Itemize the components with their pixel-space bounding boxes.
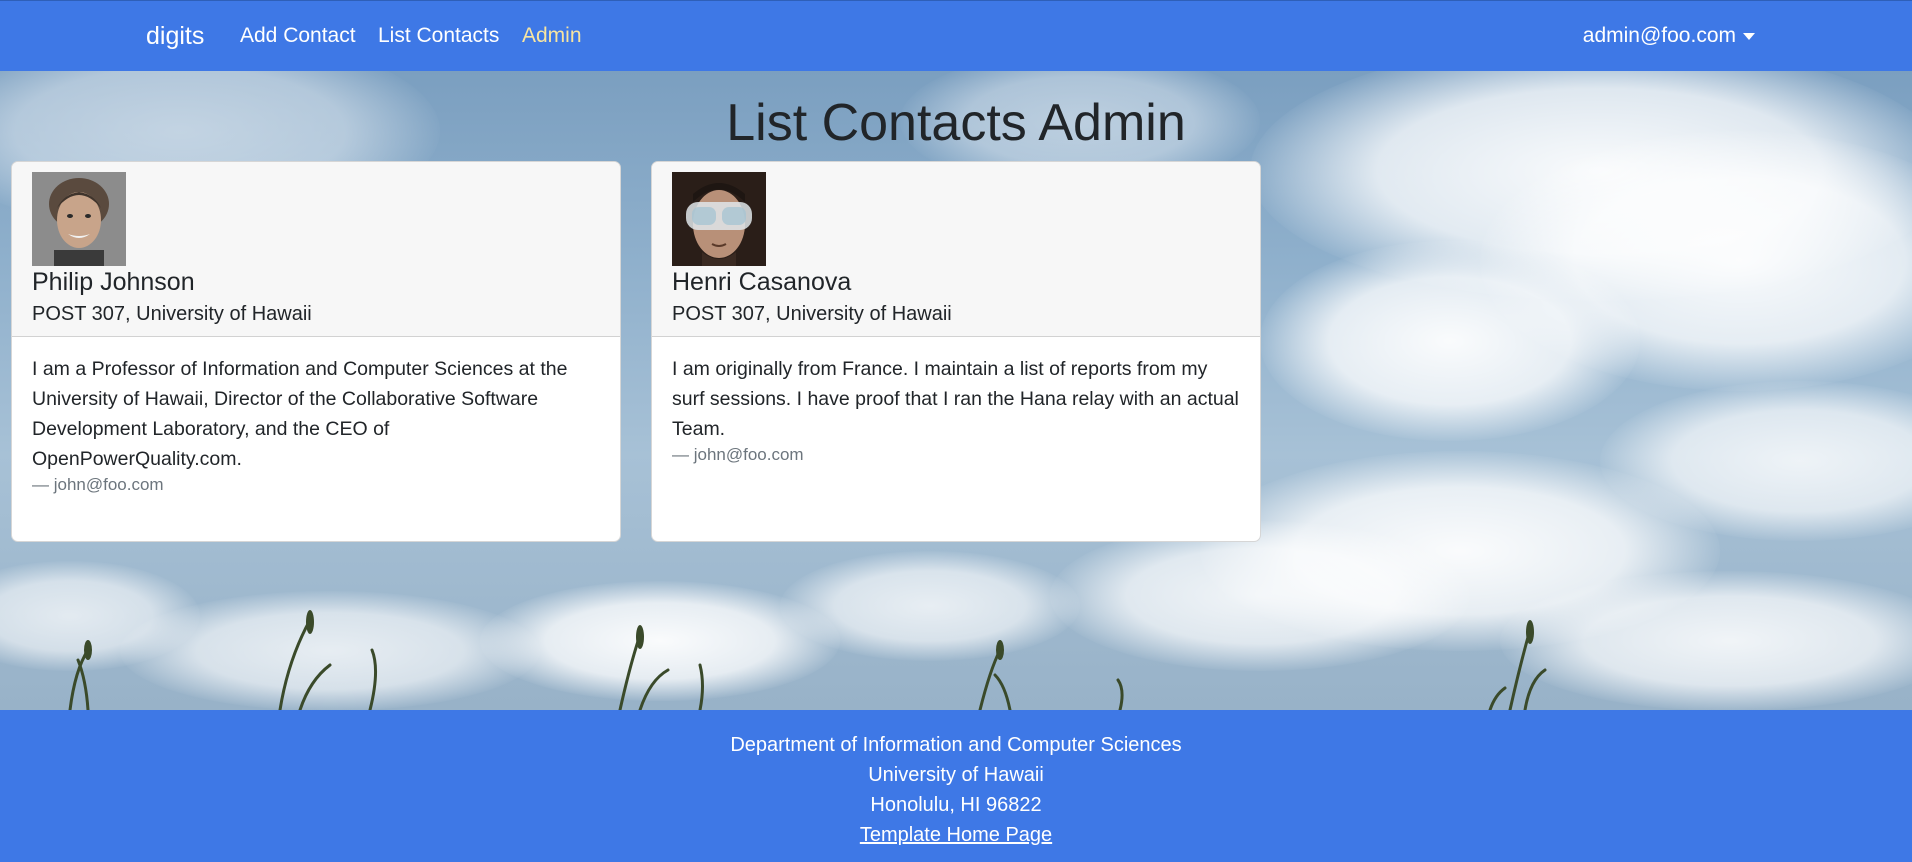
- caret-down-icon: [1743, 32, 1755, 40]
- user-email: admin@foo.com: [1582, 24, 1736, 47]
- contact-email: — john@foo.com: [32, 475, 164, 494]
- contact-email: — john@foo.com: [672, 445, 804, 464]
- card-body: I am originally from France. I maintain …: [672, 354, 1242, 468]
- user-dropdown[interactable]: admin@foo.com: [1583, 23, 1755, 49]
- nav-add-contact[interactable]: Add Contact: [240, 23, 356, 49]
- footer: Department of Information and Computer S…: [0, 710, 1912, 862]
- nav-admin[interactable]: Admin: [522, 23, 582, 49]
- contact-name: Henri Casanova: [672, 268, 852, 296]
- avatar: [32, 172, 126, 266]
- contact-address: POST 307, University of Hawaii: [672, 303, 952, 325]
- contact-description: I am a Professor of Information and Comp…: [32, 358, 568, 470]
- avatar: [672, 172, 766, 266]
- footer-university: University of Hawaii: [868, 764, 1044, 786]
- page-title: List Contacts Admin: [726, 94, 1186, 152]
- brand-link[interactable]: digits: [146, 20, 204, 52]
- nav-list-contacts[interactable]: List Contacts: [378, 23, 499, 49]
- contact-address: POST 307, University of Hawaii: [32, 303, 312, 325]
- contact-card: Henri Casanova POST 307, University of H…: [651, 161, 1261, 542]
- card-header: Philip Johnson POST 307, University of H…: [12, 162, 620, 337]
- contact-card: Philip Johnson POST 307, University of H…: [11, 161, 621, 542]
- card-header: Henri Casanova POST 307, University of H…: [652, 162, 1260, 337]
- card-body: I am a Professor of Information and Comp…: [32, 354, 602, 498]
- contact-name: Philip Johnson: [32, 268, 195, 296]
- footer-department: Department of Information and Computer S…: [730, 734, 1182, 756]
- footer-address: Honolulu, HI 96822: [870, 794, 1042, 816]
- template-home-link[interactable]: Template Home Page: [860, 824, 1052, 846]
- grass-silhouette: [68, 610, 1547, 710]
- navbar: digits Add Contact List Contacts Admin a…: [0, 0, 1912, 71]
- contact-description: I am originally from France. I maintain …: [672, 358, 1239, 440]
